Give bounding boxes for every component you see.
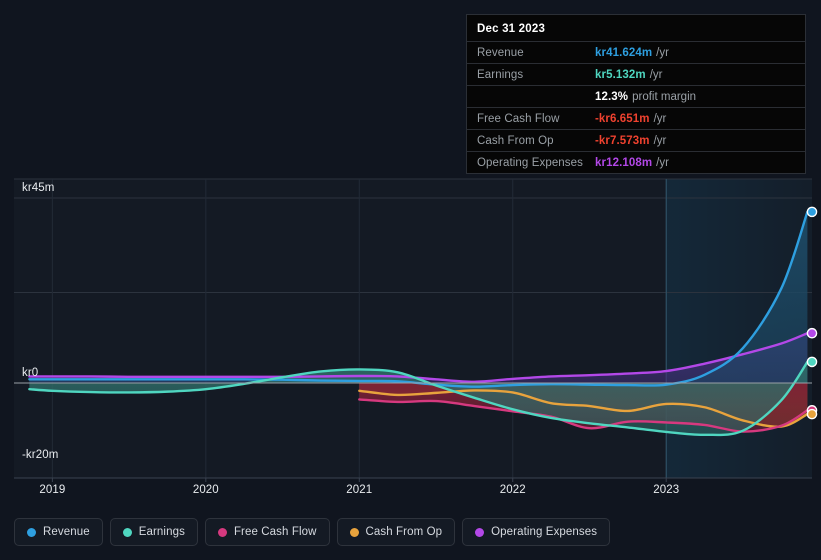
tooltip-row-label: Free Cash Flow: [477, 112, 560, 125]
x-axis-label: 2020: [192, 484, 219, 496]
legend-color-dot: [122, 527, 132, 537]
legend-item-cash-from-op[interactable]: Cash From Op: [336, 518, 456, 546]
x-axis-label: 2022: [499, 484, 526, 496]
tooltip-row-label: Earnings: [477, 68, 524, 81]
tooltip-row: Operating Expenses kr12.108m/yr: [467, 151, 805, 173]
tooltip-row-unit: profit margin: [632, 90, 697, 103]
endpoint-marker-operating-expenses[interactable]: [806, 327, 818, 339]
legend-item-free-cash-flow[interactable]: Free Cash Flow: [204, 518, 330, 546]
tooltip-row-unit: /yr: [653, 134, 667, 147]
endpoint-marker-earnings[interactable]: [806, 356, 818, 368]
endpoint-marker-revenue[interactable]: [806, 206, 818, 218]
tooltip-row-value: kr41.624m: [595, 46, 653, 59]
tooltip-row-value: -kr6.651m: [595, 112, 650, 125]
tooltip-row-value-wrap: -kr6.651m/yr: [595, 113, 666, 125]
tooltip-row-value: 12.3%: [595, 90, 629, 103]
legend-item-earnings[interactable]: Earnings: [109, 518, 198, 546]
x-axis-label: 2019: [39, 484, 66, 496]
tooltip-rows: Revenue kr41.624m/yr Earnings kr5.132m/yr 12…: [467, 41, 805, 173]
legend-label: Cash From Op: [365, 526, 443, 538]
legend-label: Free Cash Flow: [233, 526, 317, 538]
tooltip-row: Cash From Op -kr7.573m/yr: [467, 129, 805, 151]
tooltip-row-unit: /yr: [656, 156, 669, 169]
tooltip-row-label: Cash From Op: [477, 134, 554, 147]
tooltip-row-value-wrap: kr12.108m/yr: [595, 157, 669, 169]
tooltip-row-unit: /yr: [653, 112, 667, 125]
y-axis-label: kr0: [22, 367, 39, 379]
chart-tooltip: Dec 31 2023 Revenue kr41.624m/yr Earnings k…: [466, 14, 806, 174]
financial-chart-page: kr45m kr0 -kr20m 2019 2020 2021 2022 2023 Dec 3…: [0, 0, 821, 560]
legend-color-dot: [349, 527, 359, 537]
tooltip-row: 12.3% profit margin: [467, 85, 805, 107]
endpoint-marker-cash-from-op[interactable]: [806, 408, 818, 420]
legend-color-dot: [217, 527, 227, 537]
tooltip-row: Revenue kr41.624m/yr: [467, 41, 805, 63]
x-axis-label: 2021: [346, 484, 373, 496]
legend-color-dot: [27, 527, 36, 537]
tooltip-row-value-wrap: 12.3% profit margin: [595, 91, 696, 103]
legend-label: Operating Expenses: [491, 526, 598, 538]
tooltip-row-value-wrap: kr41.624m/yr: [595, 47, 669, 59]
tooltip-row-value: -kr7.573m: [595, 134, 650, 147]
y-axis-label: kr45m: [22, 182, 55, 194]
tooltip-row-value: kr5.132m: [595, 68, 646, 81]
tooltip-row-label: Revenue: [477, 46, 524, 59]
tooltip-row-unit: /yr: [656, 46, 669, 59]
legend-item-operating-expenses[interactable]: Operating Expenses: [462, 518, 611, 546]
legend-label: Revenue: [43, 526, 90, 538]
tooltip-row-value-wrap: -kr7.573m/yr: [595, 135, 666, 147]
legend-item-revenue[interactable]: Revenue: [14, 518, 103, 546]
tooltip-row-unit: /yr: [649, 68, 663, 81]
x-axis-label: 2023: [653, 484, 680, 496]
legend-label: Earnings: [138, 526, 185, 538]
tooltip-row: Free Cash Flow -kr6.651m/yr: [467, 107, 805, 129]
tooltip-row-value-wrap: kr5.132m/yr: [595, 69, 662, 81]
tooltip-date: Dec 31 2023: [477, 23, 546, 35]
tooltip-row: Earnings kr5.132m/yr: [467, 63, 805, 85]
chart-legend: Revenue Earnings Free Cash Flow Cash From O…: [14, 517, 611, 547]
tooltip-row-label: Operating Expenses: [477, 156, 584, 169]
tooltip-row-value: kr12.108m: [595, 156, 653, 169]
legend-color-dot: [475, 527, 485, 537]
y-axis-label: -kr20m: [22, 449, 59, 462]
